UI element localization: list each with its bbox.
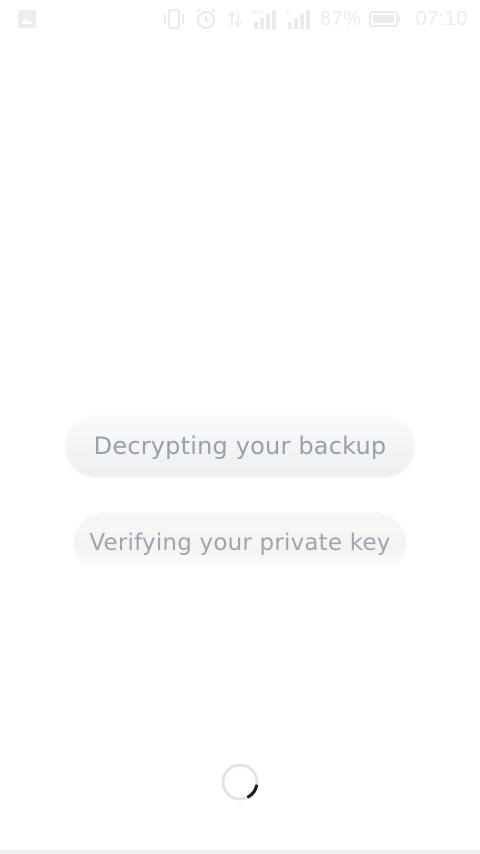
restore-backup-screen: H+ H 87% 07:10 Decrypting your backup Ve… — [0, 0, 480, 854]
step-decrypting-backup: Decrypting your backup — [65, 415, 415, 477]
status-bar: H+ H 87% 07:10 — [0, 0, 480, 38]
bottom-divider — [0, 850, 480, 854]
gallery-icon — [18, 10, 36, 28]
signal-icon: H+ — [252, 8, 278, 30]
fade-overlay — [74, 560, 406, 574]
svg-text:H: H — [286, 9, 291, 17]
step-label: Decrypting your backup — [93, 432, 387, 460]
step-label: Verifying your private key — [89, 530, 391, 556]
vibrate-icon — [162, 8, 186, 30]
signal-icon: H — [286, 8, 312, 30]
spinner-icon — [220, 762, 260, 802]
clock: 07:10 — [415, 7, 468, 30]
status-icons: H+ H 87% 07:10 — [162, 7, 468, 31]
battery-icon — [369, 10, 401, 28]
step-verifying-private-key: Verifying your private key — [74, 512, 406, 574]
alarm-icon — [194, 7, 218, 31]
battery-percent: 87% — [319, 7, 362, 30]
data-arrows-icon — [226, 8, 244, 30]
svg-text:H+: H+ — [252, 9, 263, 17]
